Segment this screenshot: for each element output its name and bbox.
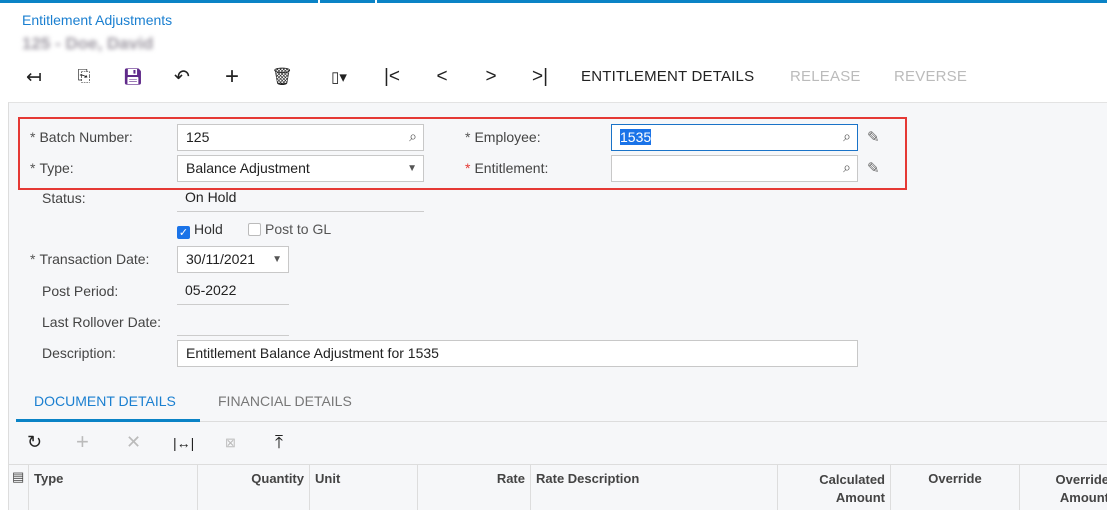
batch-number-input[interactable]: 125 ⌕ [177, 124, 424, 151]
copy-paste-icon[interactable]: ▯▾ [320, 64, 358, 90]
upload-icon[interactable]: ⤒ [275, 432, 283, 453]
last-record-icon[interactable]: >| [528, 64, 552, 90]
employee-label: * Employee: [465, 129, 541, 145]
column-quantity[interactable]: Quantity [197, 465, 309, 510]
reverse-button[interactable]: REVERSE [894, 68, 967, 85]
last-rollover-value [177, 309, 289, 336]
employee-input[interactable]: 1535 ⌕ [611, 124, 858, 151]
add-row-icon[interactable]: + [76, 429, 89, 455]
search-icon: ⌕ [843, 128, 851, 144]
previous-record-icon[interactable]: < [430, 64, 454, 90]
transaction-date-input[interactable]: 30/11/2021 ▼ [177, 246, 289, 273]
column-type[interactable]: Type [28, 465, 197, 510]
hold-checkbox[interactable]: ✓ Hold [177, 221, 223, 239]
tab-document-details[interactable]: DOCUMENT DETAILS [34, 393, 176, 409]
undo-icon[interactable]: ↶ [170, 64, 194, 90]
type-select[interactable]: Balance Adjustment ▼ [177, 155, 424, 182]
description-input[interactable]: Entitlement Balance Adjustment for 1535 [177, 340, 858, 367]
edit-entitlement-icon[interactable]: ✎ [867, 159, 880, 177]
entitlement-details-button[interactable]: ENTITLEMENT DETAILS [581, 68, 754, 85]
post-to-gl-checkbox[interactable]: Post to GL [248, 221, 331, 237]
post-period-label: Post Period: [42, 283, 119, 299]
column-settings-icon[interactable]: ▤ [8, 465, 28, 510]
entitlement-input[interactable]: ⌕ [611, 155, 858, 182]
column-override-amount[interactable]: Override Amount [1019, 465, 1107, 510]
status-label: Status: [42, 190, 86, 206]
type-label: * Type: [30, 160, 74, 176]
delete-icon[interactable]: 🗑︎ [270, 64, 294, 90]
column-unit[interactable]: Unit [309, 465, 417, 510]
chevron-down-icon: ▼ [272, 254, 282, 265]
back-icon[interactable]: ↤ [22, 64, 46, 90]
next-record-icon[interactable]: > [479, 64, 503, 90]
search-icon: ⌕ [843, 159, 851, 175]
column-rate-description[interactable]: Rate Description [530, 465, 777, 510]
save-icon[interactable]: 💾︎ [121, 64, 145, 90]
add-icon[interactable]: + [220, 63, 244, 90]
fit-columns-icon[interactable]: |↔| [173, 435, 194, 451]
column-override[interactable]: Override [890, 465, 1019, 510]
record-title-blurred: 125 - Doe, David [22, 34, 154, 53]
edit-employee-icon[interactable]: ✎ [867, 128, 880, 146]
last-rollover-label: Last Rollover Date: [42, 314, 162, 330]
tab-financial-details[interactable]: FINANCIAL DETAILS [218, 393, 352, 409]
chevron-down-icon: ▼ [407, 163, 417, 174]
description-label: Description: [42, 345, 116, 361]
batch-number-label: * Batch Number: [30, 129, 133, 145]
refresh-icon[interactable]: ↻ [27, 432, 42, 453]
search-icon: ⌕ [409, 128, 417, 144]
first-record-icon[interactable]: |< [380, 64, 404, 90]
status-value: On Hold [177, 185, 424, 212]
export-excel-icon[interactable]: ⊠ [225, 435, 236, 451]
transaction-date-label: * Transaction Date: [30, 251, 150, 267]
entitlement-label: * Entitlement: [465, 160, 549, 176]
breadcrumb[interactable]: Entitlement Adjustments [22, 12, 172, 28]
release-button[interactable]: RELEASE [790, 68, 861, 85]
save-close-icon[interactable]: ⎘ [72, 64, 96, 90]
delete-row-icon[interactable]: ✕ [126, 432, 141, 453]
column-rate[interactable]: Rate [417, 465, 530, 510]
post-period-value: 05-2022 [177, 278, 289, 305]
top-accent-bar [0, 0, 1107, 3]
column-calculated-amount[interactable]: Calculated Amount [777, 465, 890, 510]
